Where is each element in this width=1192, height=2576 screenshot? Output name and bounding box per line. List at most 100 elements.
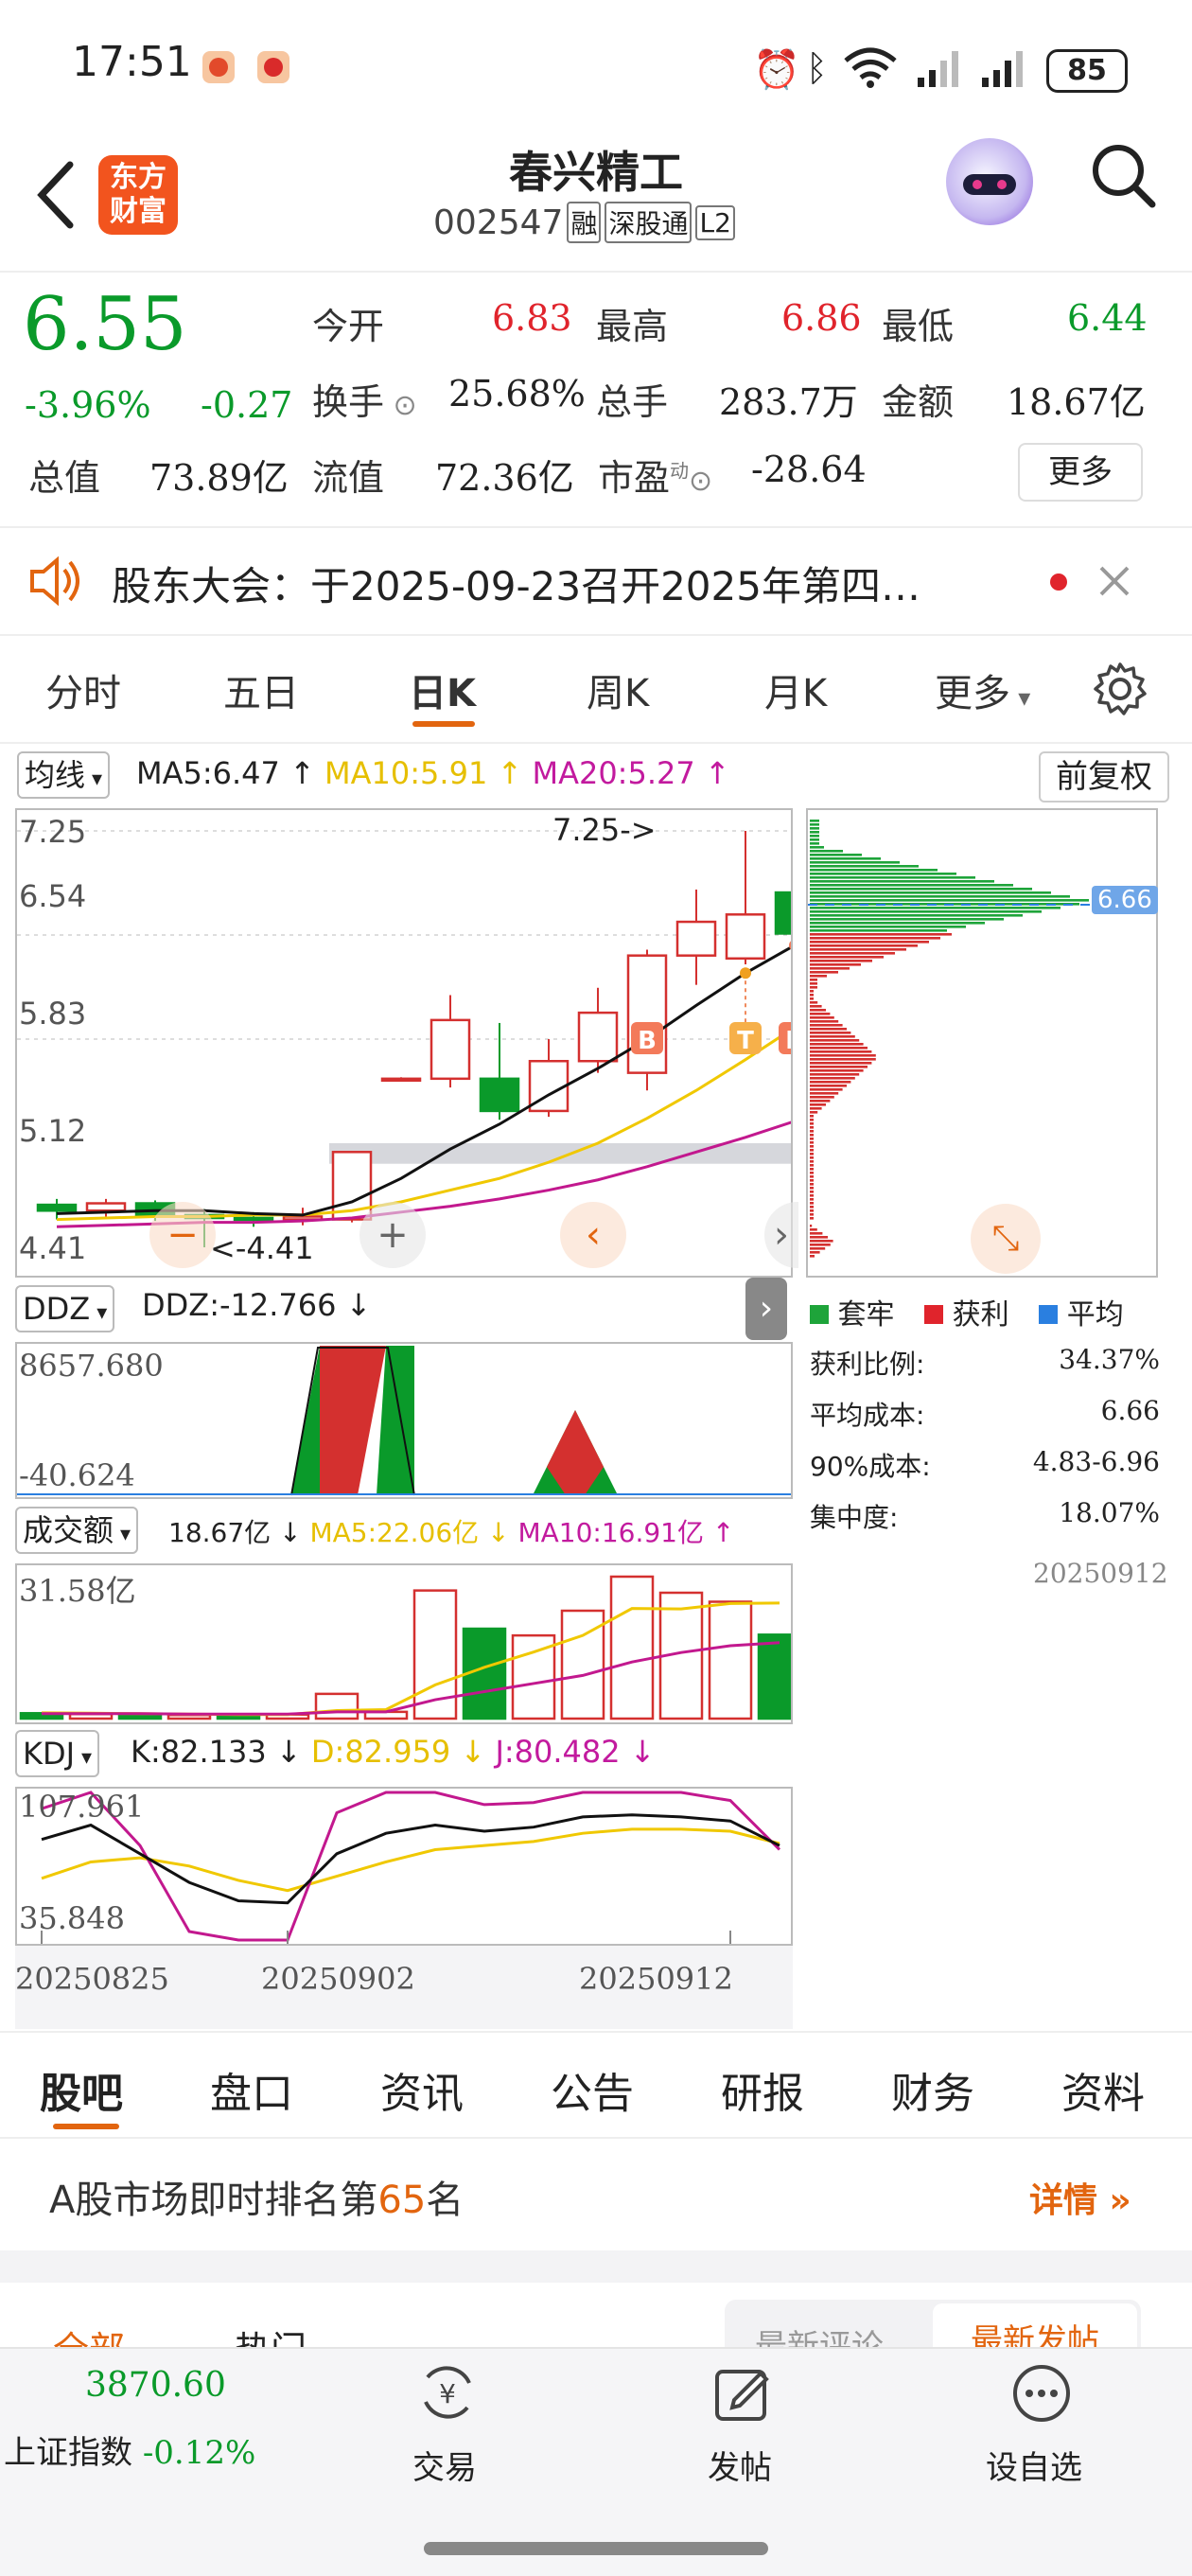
battery-icon: 85 (1046, 49, 1128, 93)
ma5-value: MA5:6.47 (136, 755, 280, 791)
stat-high: 6.86 (781, 297, 862, 339)
bottom-nav: 3870.60 上证指数 -0.12% ¥ 交易 发帖 设自选 (0, 2347, 1192, 2576)
sort-latest-comment[interactable]: 最新评论 (755, 2320, 884, 2349)
scroll-left-icon[interactable]: ‹ (560, 1202, 626, 1268)
index-name[interactable]: 上证指数 -0.12% (4, 2426, 255, 2473)
chip-bar (810, 918, 1004, 921)
chip-bar (810, 941, 929, 944)
chip-bar (810, 952, 895, 955)
badge: 融 (567, 202, 602, 243)
y-tick: -40.624 (19, 1457, 135, 1493)
stat-pe: -28.64 (751, 449, 867, 490)
tab-intraday[interactable]: 分时 (45, 662, 121, 717)
chip-bar (810, 1130, 814, 1133)
chip-bar (810, 1020, 839, 1023)
chip-bar (810, 895, 1070, 898)
stock-header: 东方 财富 春兴精工 002547 融 深股通 L2 (0, 132, 1192, 273)
rank-row[interactable]: A股市场即时排名第65名 详情 » (0, 2137, 1192, 2250)
adjust-button[interactable]: 前复权 (1039, 751, 1169, 803)
chip-bar (810, 1202, 814, 1205)
chip-bar (810, 1088, 843, 1091)
chip-bar (810, 1206, 814, 1209)
tab-announcements[interactable]: 公告 (551, 2059, 634, 2120)
tab-more[interactable]: 更多 ▾ (935, 662, 1030, 717)
chip-bar (810, 1187, 814, 1190)
stat-open: 6.83 (492, 297, 572, 339)
tab-monthly-k[interactable]: 月K (764, 662, 827, 717)
candle (233, 1216, 274, 1222)
ddz-area (320, 1346, 386, 1495)
chip-bar (810, 1122, 814, 1125)
x-tick: 20250902 (261, 1961, 415, 1997)
chip-bar (810, 1179, 814, 1182)
chip-bar (810, 891, 1051, 894)
tab-order-book[interactable]: 盘口 (210, 2059, 293, 2120)
chip-stats: 获利比例: 34.37% 平均成本: 6.66 90%成本: 4.83-6.96 集中… (810, 1344, 1160, 1548)
tab-news[interactable]: 资讯 (380, 2059, 464, 2120)
divider (0, 2250, 1192, 2283)
kdj-selector[interactable]: KDJ ▾ (15, 1730, 100, 1777)
chip-bar (810, 1100, 831, 1103)
tab-five-day[interactable]: 五日 (223, 662, 299, 717)
robot-avatar-icon[interactable] (946, 138, 1033, 225)
search-icon[interactable] (1088, 140, 1160, 212)
notice-banner[interactable]: 股东大会：于2025-09-23召开2025年第四… (0, 526, 1192, 636)
volume-ma5: MA5:22.06亿 (309, 1517, 480, 1548)
close-icon[interactable] (1097, 564, 1131, 598)
alarm-icon: ⏰ (753, 48, 800, 92)
ma-selector[interactable]: 均线 ▾ (17, 751, 111, 799)
rank-detail-link[interactable]: 详情 » (1029, 2173, 1131, 2222)
collapse-icon[interactable]: ⤡ (971, 1204, 1041, 1274)
candle (479, 1077, 520, 1113)
nav-trade[interactable]: 交易 (412, 2442, 477, 2488)
chip-bar (810, 956, 884, 959)
chip-bar (810, 1013, 831, 1015)
kdj-j-line (41, 1791, 781, 1942)
ddz-selector[interactable]: DDZ ▾ (15, 1285, 115, 1332)
tab-weekly-k[interactable]: 周K (587, 662, 649, 717)
tab-forum[interactable]: 股吧 (40, 2059, 123, 2120)
volume-ma10: MA10:16.91亿 (517, 1517, 704, 1548)
chip-bar (810, 850, 843, 853)
tab-daily-k[interactable]: 日K (409, 662, 476, 717)
stat-label: 最高 (596, 306, 669, 347)
chip-bar (810, 1085, 847, 1087)
sort-latest-post[interactable]: 最新发帖 (933, 2303, 1137, 2349)
chip-bar (810, 1058, 876, 1061)
index-value[interactable]: 3870.60 (85, 2366, 226, 2405)
zoom-in-icon[interactable]: + (359, 1202, 426, 1268)
filter-hot[interactable]: 热门 (235, 2320, 307, 2349)
volume-bar (708, 1600, 753, 1720)
settings-gear-icon[interactable] (1092, 661, 1148, 717)
nav-post[interactable]: 发帖 (708, 2442, 772, 2488)
y-tick: 7.25 (19, 814, 87, 850)
stat-label: 总值 (28, 457, 101, 499)
chip-bar (810, 1035, 855, 1038)
ma10-line (56, 1028, 791, 1222)
tab-financials[interactable]: 财务 (891, 2059, 974, 2120)
volume-selector[interactable]: 成交额 ▾ (15, 1507, 139, 1554)
tab-profile[interactable]: 资料 (1061, 2059, 1145, 2120)
expand-panel-icon[interactable]: › (745, 1278, 787, 1340)
chip-bar (810, 1172, 814, 1174)
chip-bar (810, 1024, 843, 1027)
y-tick: 6.54 (19, 878, 87, 914)
chip-bar (810, 948, 906, 951)
signal-icon (918, 51, 958, 87)
candle (774, 891, 791, 935)
filter-all[interactable]: 全部 (53, 2320, 125, 2349)
chip-bar (810, 979, 817, 981)
zoom-out-icon[interactable]: − (149, 1202, 216, 1268)
ma20-value: MA20:5.27 (532, 755, 695, 791)
cost-price-tag: 6.66 (1092, 886, 1158, 914)
chip-bar (810, 1092, 839, 1095)
chip-bar (810, 1160, 814, 1163)
more-button[interactable]: 更多 (1018, 443, 1143, 502)
y-tick: 4.41 (19, 1230, 87, 1266)
tab-research[interactable]: 研报 (721, 2059, 804, 2120)
nav-add-watchlist[interactable]: 设自选 (986, 2442, 1082, 2488)
signal-point (740, 967, 751, 979)
kdj-k: K:82.133 (131, 1734, 267, 1770)
stat-label: 今开 (312, 306, 385, 347)
chip-bar (810, 944, 918, 947)
